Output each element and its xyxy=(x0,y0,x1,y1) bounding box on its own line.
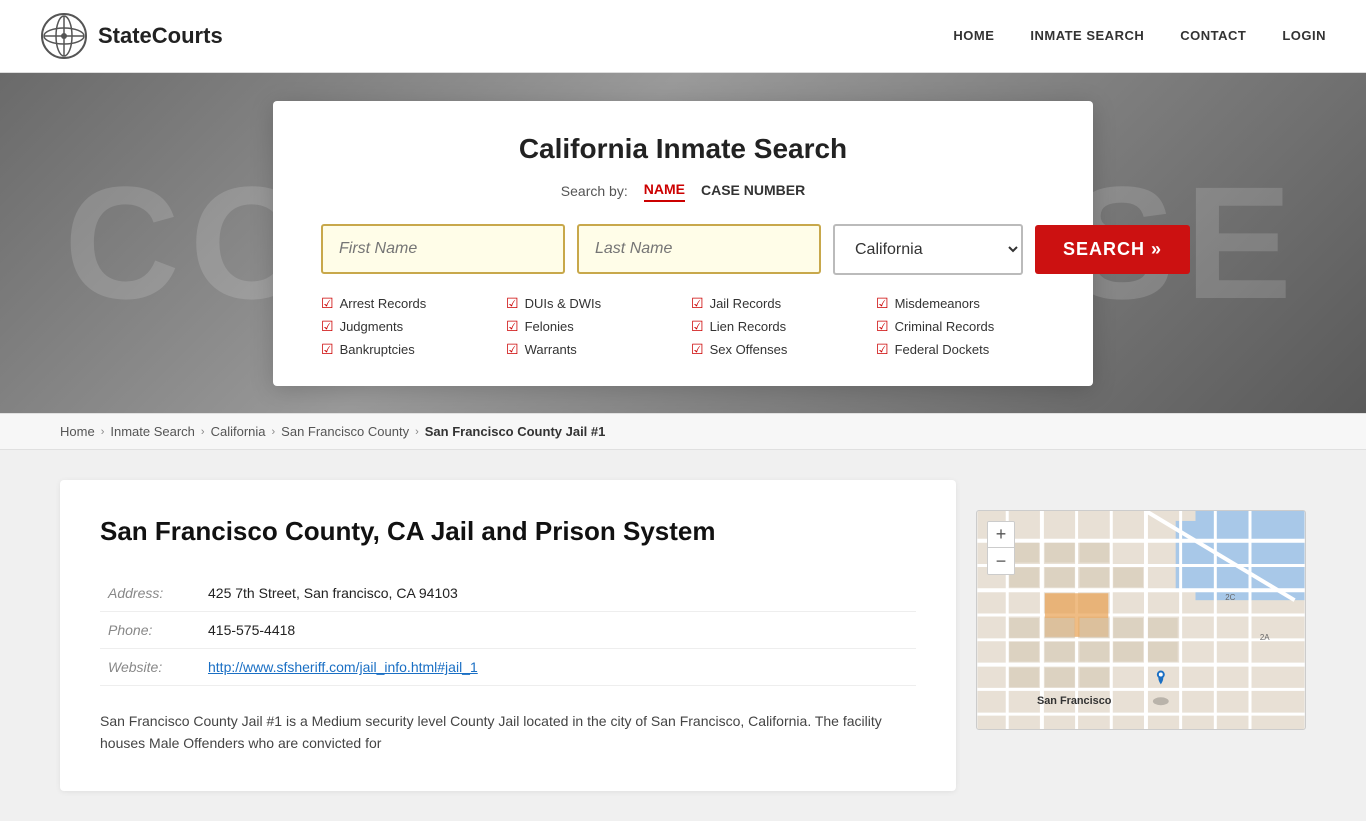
check-label-felonies: Felonies xyxy=(525,319,574,334)
check-bankruptcies: ☑ Bankruptcies xyxy=(321,341,490,358)
check-icon-federal: ☑ xyxy=(876,341,889,358)
logo-text: StateCourts xyxy=(98,23,223,49)
check-label-warrants: Warrants xyxy=(525,342,577,357)
first-name-input[interactable] xyxy=(321,224,565,274)
main-nav: HOME INMATE SEARCH CONTACT LOGIN xyxy=(953,27,1326,45)
search-by-label: Search by: xyxy=(561,183,628,199)
breadcrumb-home[interactable]: Home xyxy=(60,424,95,439)
phone-label: Phone: xyxy=(100,612,200,649)
map-box: + − xyxy=(976,510,1306,730)
check-jail-records: ☑ Jail Records xyxy=(691,295,860,312)
breadcrumb-current: San Francisco County Jail #1 xyxy=(425,424,606,439)
map-zoom-out-button[interactable]: − xyxy=(988,548,1014,574)
phone-value: 415-575-4418 xyxy=(200,612,916,649)
check-icon-felonies: ☑ xyxy=(506,318,519,335)
check-label-sex-offenses: Sex Offenses xyxy=(710,342,788,357)
check-icon-duis: ☑ xyxy=(506,295,519,312)
nav-item-inmate-search[interactable]: INMATE SEARCH xyxy=(1030,27,1144,45)
nav-links: HOME INMATE SEARCH CONTACT LOGIN xyxy=(953,27,1326,45)
check-label-misdemeanors: Misdemeanors xyxy=(895,296,980,311)
address-row: Address: 425 7th Street, San francisco, … xyxy=(100,575,916,612)
map-container: + − xyxy=(976,510,1306,730)
website-value: http://www.sfsheriff.com/jail_info.html#… xyxy=(200,649,916,686)
check-icon-judgments: ☑ xyxy=(321,318,334,335)
website-row: Website: http://www.sfsheriff.com/jail_i… xyxy=(100,649,916,686)
check-judgments: ☑ Judgments xyxy=(321,318,490,335)
check-icon-lien: ☑ xyxy=(691,318,704,335)
nav-item-home[interactable]: HOME xyxy=(953,27,994,45)
checks-grid: ☑ Arrest Records ☑ DUIs & DWIs ☑ Jail Re… xyxy=(321,295,1045,358)
check-warrants: ☑ Warrants xyxy=(506,341,675,358)
check-criminal-records: ☑ Criminal Records xyxy=(876,318,1045,335)
check-label-jail: Jail Records xyxy=(710,296,782,311)
info-table: Address: 425 7th Street, San francisco, … xyxy=(100,575,916,686)
check-arrest-records: ☑ Arrest Records xyxy=(321,295,490,312)
nav-item-contact[interactable]: CONTACT xyxy=(1180,27,1246,45)
main-content: San Francisco County, CA Jail and Prison… xyxy=(0,450,1366,821)
search-card: California Inmate Search Search by: NAME… xyxy=(273,101,1093,386)
check-sex-offenses: ☑ Sex Offenses xyxy=(691,341,860,358)
breadcrumb-inmate-search[interactable]: Inmate Search xyxy=(110,424,195,439)
check-icon-jail: ☑ xyxy=(691,295,704,312)
search-card-title: California Inmate Search xyxy=(321,133,1045,165)
check-icon-arrest: ☑ xyxy=(321,295,334,312)
check-label-arrest: Arrest Records xyxy=(340,296,427,311)
search-inputs-row: California SEARCH » xyxy=(321,224,1045,275)
search-by-row: Search by: NAME CASE NUMBER xyxy=(321,181,1045,202)
check-label-criminal: Criminal Records xyxy=(895,319,995,334)
breadcrumb-sep-3: › xyxy=(272,426,276,438)
breadcrumb-california[interactable]: California xyxy=(211,424,266,439)
jail-title: San Francisco County, CA Jail and Prison… xyxy=(100,516,916,547)
svg-text:2A: 2A xyxy=(1260,633,1270,642)
check-icon-sex-offenses: ☑ xyxy=(691,341,704,358)
breadcrumb-sep-2: › xyxy=(201,426,205,438)
check-label-federal: Federal Dockets xyxy=(895,342,990,357)
check-lien-records: ☑ Lien Records xyxy=(691,318,860,335)
check-icon-misdemeanors: ☑ xyxy=(876,295,889,312)
svg-text:2C: 2C xyxy=(1225,593,1235,602)
description-text: San Francisco County Jail #1 is a Medium… xyxy=(100,710,916,755)
check-icon-bankruptcies: ☑ xyxy=(321,341,334,358)
address-label: Address: xyxy=(100,575,200,612)
check-label-judgments: Judgments xyxy=(340,319,404,334)
check-duis: ☑ DUIs & DWIs xyxy=(506,295,675,312)
check-label-duis: DUIs & DWIs xyxy=(525,296,602,311)
check-icon-warrants: ☑ xyxy=(506,341,519,358)
check-icon-criminal: ☑ xyxy=(876,318,889,335)
breadcrumb-sf-county[interactable]: San Francisco County xyxy=(281,424,409,439)
check-federal-dockets: ☑ Federal Dockets xyxy=(876,341,1045,358)
breadcrumb-sep-4: › xyxy=(415,426,419,438)
breadcrumb: Home › Inmate Search › California › San … xyxy=(0,413,1366,450)
nav-item-login[interactable]: LOGIN xyxy=(1282,27,1326,45)
breadcrumb-sep-1: › xyxy=(101,426,105,438)
last-name-input[interactable] xyxy=(577,224,821,274)
search-button[interactable]: SEARCH » xyxy=(1035,225,1190,274)
check-misdemeanors: ☑ Misdemeanors xyxy=(876,295,1045,312)
state-select[interactable]: California xyxy=(833,224,1023,275)
site-header: StateCourts HOME INMATE SEARCH CONTACT L… xyxy=(0,0,1366,73)
svg-text:San Francisco: San Francisco xyxy=(1037,695,1112,707)
map-controls: + − xyxy=(987,521,1015,575)
check-felonies: ☑ Felonies xyxy=(506,318,675,335)
website-link[interactable]: http://www.sfsheriff.com/jail_info.html#… xyxy=(208,659,478,675)
check-label-bankruptcies: Bankruptcies xyxy=(340,342,415,357)
website-label: Website: xyxy=(100,649,200,686)
tab-name[interactable]: NAME xyxy=(644,181,685,202)
phone-row: Phone: 415-575-4418 xyxy=(100,612,916,649)
tab-case-number[interactable]: CASE NUMBER xyxy=(701,182,805,201)
map-svg: 2C 2A xyxy=(977,511,1305,729)
content-card: San Francisco County, CA Jail and Prison… xyxy=(60,480,956,791)
map-zoom-in-button[interactable]: + xyxy=(988,522,1014,548)
logo-icon xyxy=(40,12,88,60)
logo-area: StateCourts xyxy=(40,12,223,60)
address-value: 425 7th Street, San francisco, CA 94103 xyxy=(200,575,916,612)
check-label-lien: Lien Records xyxy=(710,319,787,334)
hero-section: COURTHOUSE California Inmate Search Sear… xyxy=(0,73,1366,413)
